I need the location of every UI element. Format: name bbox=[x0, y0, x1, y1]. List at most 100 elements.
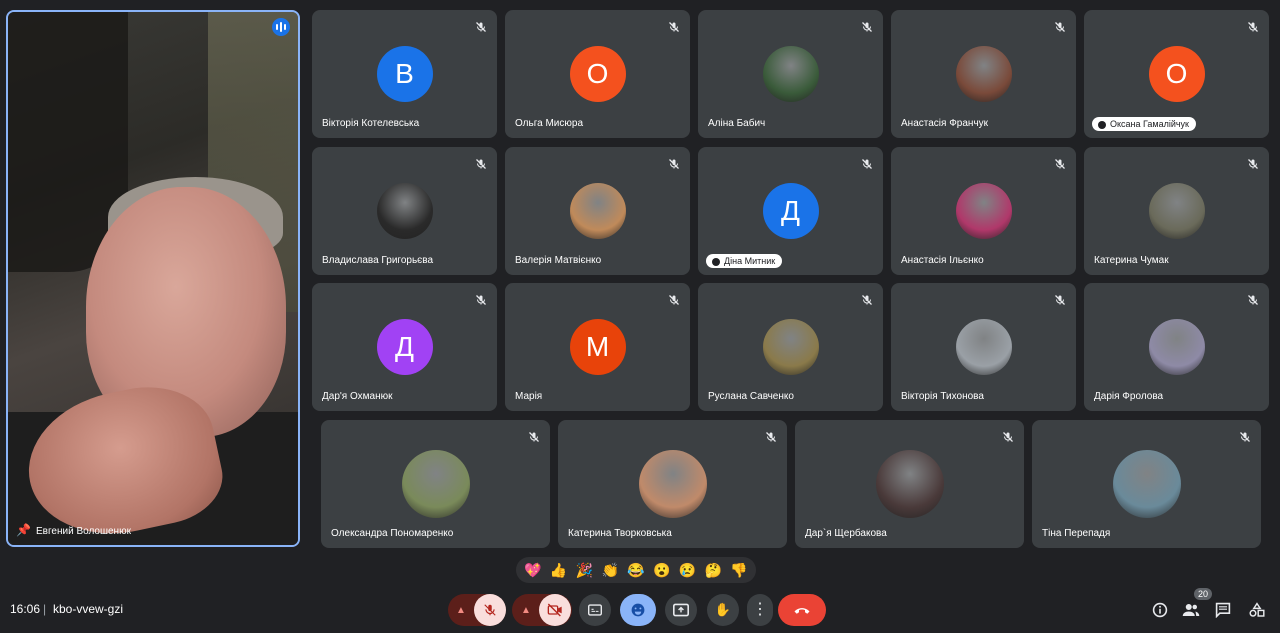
captions-button[interactable] bbox=[579, 594, 611, 626]
avatar bbox=[955, 319, 1012, 375]
reaction-emoji[interactable]: 😢 bbox=[679, 562, 696, 579]
participant-tile[interactable]: Дарія Фролова bbox=[1084, 283, 1269, 411]
chat-icon bbox=[1215, 602, 1231, 618]
avatar bbox=[1148, 183, 1205, 239]
participant-name: Марія bbox=[515, 391, 543, 402]
mic-off-icon bbox=[1002, 430, 1014, 442]
hand-icon: ✋ bbox=[714, 602, 732, 617]
participant-tile[interactable]: Катерина Творковська bbox=[558, 420, 787, 548]
active-speaker-tile[interactable]: 📌 Евгений Волошенюк bbox=[6, 10, 300, 547]
leave-call-button[interactable] bbox=[778, 594, 826, 626]
speaking-indicator-icon bbox=[272, 18, 290, 36]
participant-tile[interactable]: Анастасія Ільєнко bbox=[891, 147, 1076, 275]
participant-name: Анастасія Франчук bbox=[901, 118, 989, 129]
mic-control: ▲ bbox=[448, 594, 506, 626]
people-icon bbox=[1182, 604, 1200, 616]
participant-tile[interactable]: Владислава Григорьєва bbox=[312, 147, 497, 275]
mic-off-icon bbox=[668, 20, 680, 32]
reaction-emoji[interactable]: 👍 bbox=[550, 562, 567, 579]
participant-tile[interactable]: Валерія Матвієнко bbox=[505, 147, 690, 275]
avatar bbox=[762, 46, 819, 102]
activities-button[interactable] bbox=[1246, 600, 1268, 620]
avatar: О bbox=[1148, 46, 1205, 102]
participant-name: Ольга Мисюра bbox=[515, 118, 584, 129]
participant-tile[interactable]: В Вікторія Котелевська bbox=[312, 10, 497, 138]
reaction-emoji[interactable]: 😂 bbox=[627, 562, 644, 579]
mic-off-icon bbox=[1247, 157, 1259, 169]
participant-tile[interactable]: Аліна Бабич bbox=[698, 10, 883, 138]
avatar: М bbox=[569, 319, 626, 375]
participant-tile[interactable]: О Оксана Гамалійчук bbox=[1084, 10, 1269, 138]
chevron-up-icon[interactable]: ▲ bbox=[448, 605, 474, 616]
more-vert-icon: ⋮ bbox=[752, 601, 768, 618]
reaction-emoji[interactable]: 😮 bbox=[653, 562, 670, 579]
mic-off-icon bbox=[1054, 20, 1066, 32]
participant-tile[interactable]: Тіна Перепадя bbox=[1032, 420, 1261, 548]
mic-off-icon bbox=[528, 430, 540, 442]
people-button[interactable] bbox=[1180, 600, 1202, 620]
mic-off-icon bbox=[765, 430, 777, 442]
reaction-emoji[interactable]: 🤔 bbox=[705, 562, 722, 579]
participant-tile[interactable]: Катерина Чумак bbox=[1084, 147, 1269, 275]
participant-name: Олександра Пономаренко bbox=[331, 528, 454, 539]
avatar bbox=[401, 450, 470, 518]
mic-off-icon bbox=[668, 293, 680, 305]
participant-tile[interactable]: Дар`я Щербакова bbox=[795, 420, 1024, 548]
mic-off-icon bbox=[484, 604, 496, 616]
participant-name: Вікторія Котелевська bbox=[322, 118, 420, 129]
participant-tile[interactable]: Анастасія Франчук bbox=[891, 10, 1076, 138]
participant-tile[interactable]: Д Дар'я Охманюк bbox=[312, 283, 497, 411]
participant-name: Валерія Матвієнко bbox=[515, 255, 602, 266]
reaction-emoji[interactable]: 👎 bbox=[730, 562, 747, 579]
present-button[interactable] bbox=[665, 594, 697, 626]
meeting-details-button[interactable] bbox=[1149, 600, 1171, 620]
mic-off-icon bbox=[668, 157, 680, 169]
reaction-emoji[interactable]: 👏 bbox=[601, 562, 618, 579]
mic-off-icon bbox=[1247, 20, 1259, 32]
reactions-button[interactable] bbox=[620, 594, 656, 626]
participant-tile[interactable]: Руслана Савченко bbox=[698, 283, 883, 411]
participant-count-badge: 20 bbox=[1194, 588, 1213, 600]
mic-off-icon bbox=[1247, 293, 1259, 305]
avatar bbox=[875, 450, 944, 518]
avatar bbox=[1112, 450, 1181, 518]
more-options-button[interactable]: ⋮ bbox=[747, 594, 773, 626]
avatar bbox=[376, 183, 433, 239]
participant-tile[interactable]: Вікторія Тихонова bbox=[891, 283, 1076, 411]
participant-tile[interactable]: М Марія bbox=[505, 283, 690, 411]
present-screen-icon bbox=[673, 603, 689, 617]
reaction-emoji[interactable]: 🎉 bbox=[576, 562, 593, 579]
avatar: О bbox=[569, 46, 626, 102]
participant-tile[interactable]: Д Діна Митник bbox=[698, 147, 883, 275]
info-icon bbox=[1152, 602, 1168, 618]
participant-tile[interactable]: О Ольга Мисюра bbox=[505, 10, 690, 138]
emoji-icon bbox=[631, 603, 645, 617]
participant-tile[interactable]: Олександра Пономаренко bbox=[321, 420, 550, 548]
reaction-emoji[interactable]: 💖 bbox=[524, 562, 541, 579]
avatar bbox=[955, 46, 1012, 102]
mic-off-icon bbox=[861, 293, 873, 305]
participant-name: Руслана Савченко bbox=[708, 391, 794, 402]
pin-icon[interactable]: 📌 bbox=[16, 523, 31, 537]
mic-off-icon bbox=[861, 157, 873, 169]
participant-name: Тіна Перепадя bbox=[1042, 528, 1111, 539]
avatar bbox=[1148, 319, 1205, 375]
mic-off-icon bbox=[1054, 157, 1066, 169]
captions-icon bbox=[588, 604, 602, 616]
mic-off-icon bbox=[1239, 430, 1251, 442]
avatar bbox=[569, 183, 626, 239]
participant-name: Оксана Гамалійчук bbox=[1092, 117, 1196, 131]
camera-off-button[interactable] bbox=[539, 594, 571, 626]
mic-off-icon bbox=[861, 20, 873, 32]
avatar bbox=[762, 319, 819, 375]
participant-name: Катерина Творковська bbox=[568, 528, 672, 539]
mic-off-icon bbox=[475, 293, 487, 305]
participant-name: Катерина Чумак bbox=[1094, 255, 1169, 266]
mic-off-button[interactable] bbox=[474, 594, 506, 626]
chat-button[interactable] bbox=[1212, 600, 1234, 620]
chevron-up-icon[interactable]: ▲ bbox=[513, 605, 539, 616]
mic-off-icon bbox=[475, 157, 487, 169]
footer-separator: | bbox=[43, 602, 47, 616]
avatar: Д bbox=[376, 319, 433, 375]
raise-hand-button[interactable]: ✋ bbox=[707, 594, 739, 626]
